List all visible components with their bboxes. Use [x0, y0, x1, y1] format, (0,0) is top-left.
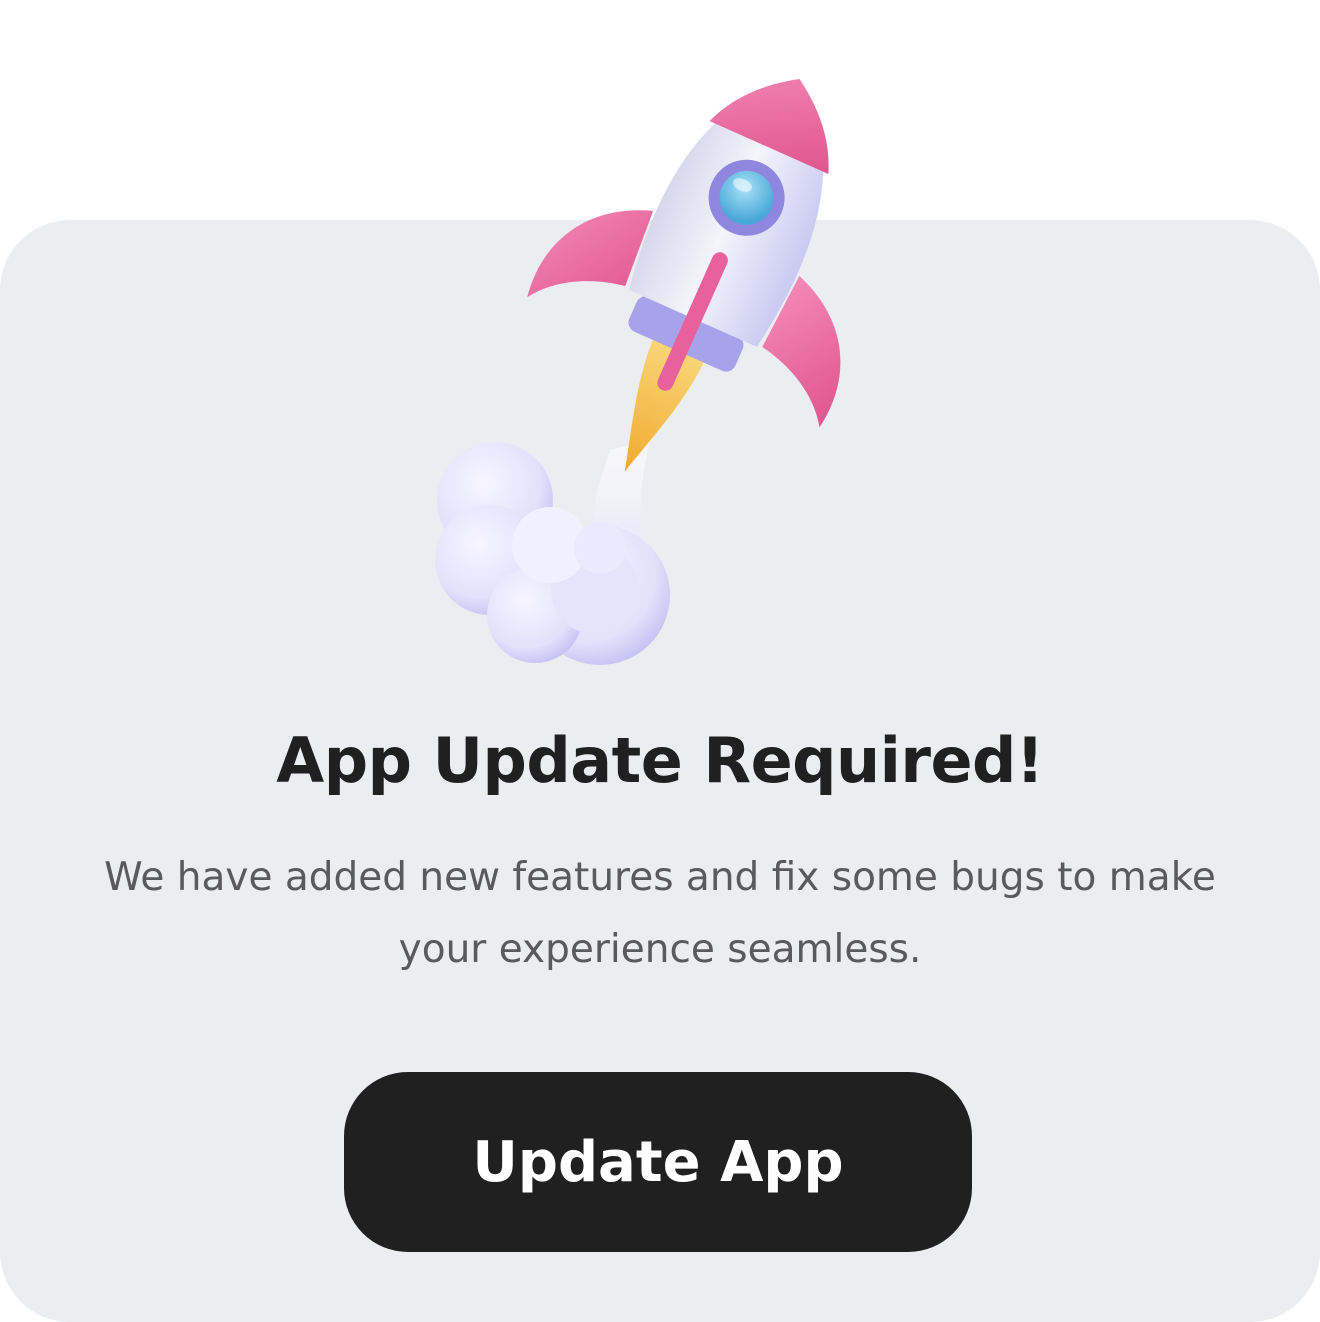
- dialog-message: We have added new features and fix some …: [104, 855, 1216, 972]
- update-dialog-screen: App Update Required! We have added new f…: [0, 0, 1320, 1322]
- update-app-button[interactable]: Update App: [344, 1072, 972, 1252]
- rocket-launch-icon: [435, 79, 841, 665]
- dialog-title: App Update Required!: [276, 724, 1044, 797]
